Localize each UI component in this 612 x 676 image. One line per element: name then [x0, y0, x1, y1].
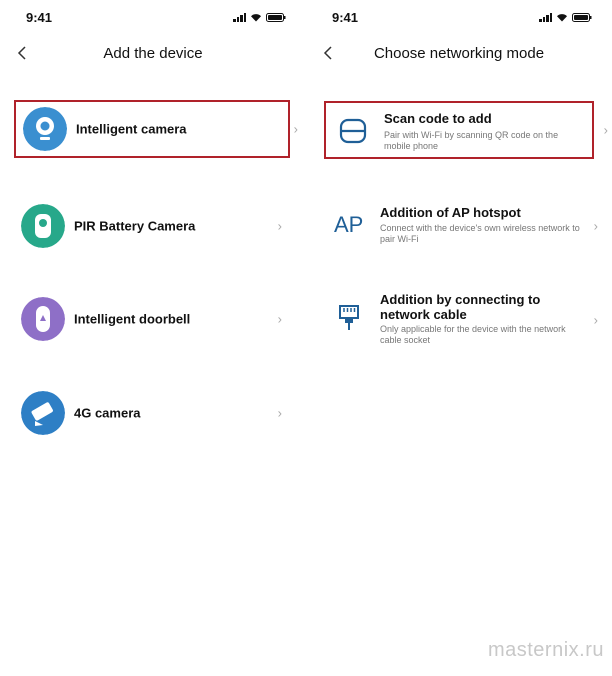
- 4g-camera-icon: [21, 391, 65, 435]
- mode-description: Pair with Wi-Fi by scanning QR code on t…: [384, 130, 559, 151]
- wifi-icon: [557, 13, 567, 21]
- device-item-4g-camera[interactable]: 4G camera ›: [14, 387, 286, 439]
- device-item-intelligent-doorbell[interactable]: Intelligent doorbell ›: [14, 293, 286, 345]
- doorbell-icon: [21, 297, 65, 341]
- chevron-right-icon: ›: [603, 122, 608, 138]
- wifi-icon: [251, 13, 261, 21]
- mode-item-scan-code[interactable]: Scan code to add Pair with Wi-Fi by scan…: [324, 101, 608, 159]
- device-item-intelligent-camera[interactable]: Intelligent camera ›: [14, 100, 298, 158]
- mode-description: Only applicable for the device with the …: [380, 324, 566, 345]
- device-label: PIR Battery Camera: [74, 218, 196, 234]
- mode-title: Scan code to add: [384, 111, 492, 126]
- battery-icon: [572, 12, 592, 22]
- status-time: 9:41: [332, 10, 359, 25]
- chevron-right-icon: ›: [277, 218, 282, 234]
- device-label: 4G camera: [74, 405, 141, 421]
- battery-camera-icon: [21, 204, 65, 248]
- device-item-pir-battery-camera[interactable]: PIR Battery Camera ›: [14, 200, 286, 252]
- chevron-right-icon: ›: [593, 312, 598, 328]
- mode-description: Connect with the device's own wireless n…: [380, 223, 580, 244]
- page-title: Add the device: [103, 45, 203, 62]
- mode-item-ap-hotspot[interactable]: AP Addition of AP hotspot Connect with t…: [322, 200, 602, 252]
- status-time: 9:41: [26, 10, 53, 25]
- status-bar: 9:41: [306, 10, 612, 26]
- device-label: Intelligent camera: [76, 121, 187, 137]
- add-device-screen: 9:41 Add the device Intelligent camera ›…: [0, 0, 306, 676]
- chevron-right-icon: ›: [277, 405, 282, 421]
- camera-icon: [23, 107, 67, 151]
- ap-icon: AP: [334, 212, 364, 237]
- battery-icon: [266, 12, 286, 22]
- chevron-right-icon: ›: [293, 121, 298, 137]
- device-label: Intelligent doorbell: [74, 311, 191, 327]
- page-title: Choose networking mode: [373, 45, 545, 62]
- nav-bar: Add the device: [0, 42, 306, 66]
- chevron-right-icon: ›: [593, 218, 598, 234]
- status-icons: [539, 12, 592, 22]
- nav-bar: Choose networking mode: [306, 42, 612, 66]
- mode-item-network-cable[interactable]: Addition by connecting to network cable …: [322, 288, 602, 352]
- status-icons: [233, 12, 286, 22]
- networking-mode-screen: 9:41 Choose networking mode Scan code to…: [306, 0, 612, 676]
- status-bar: 9:41: [0, 10, 306, 26]
- scan-icon: [339, 118, 367, 144]
- ethernet-icon: [339, 305, 359, 330]
- cellular-signal-icon: [539, 12, 552, 22]
- watermark-text: masternix.ru: [487, 639, 604, 661]
- chevron-right-icon: ›: [277, 311, 282, 327]
- mode-title: Addition by connecting to network cable: [380, 292, 541, 322]
- cellular-signal-icon: [233, 12, 246, 22]
- mode-title: Addition of AP hotspot: [380, 205, 521, 220]
